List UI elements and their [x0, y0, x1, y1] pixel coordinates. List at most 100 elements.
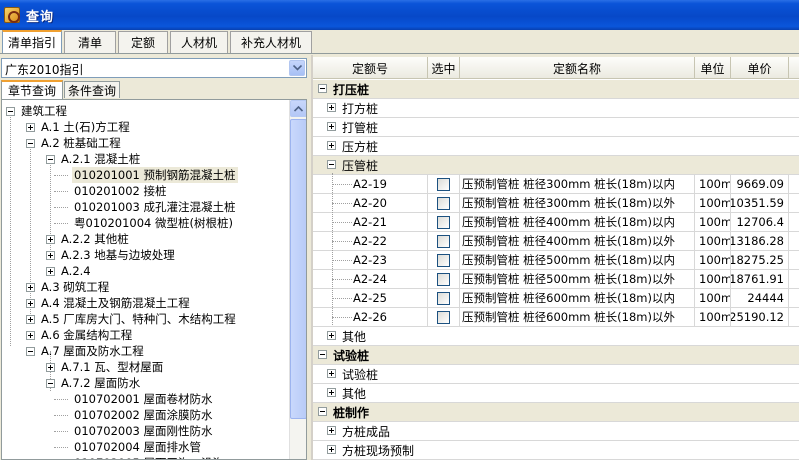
tab-supplementary-lmm[interactable]: 补充人材机	[230, 31, 312, 53]
collapse-icon[interactable]	[318, 84, 327, 93]
quota-item-row[interactable]: A2-25 压预制管桩 桩径600mm 桩长(18m)以内 100m 24444	[313, 289, 799, 308]
select-checkbox[interactable]	[437, 253, 450, 267]
collapse-icon[interactable]	[46, 378, 55, 388]
quota-code: A2-21	[313, 213, 428, 231]
quota-item-row[interactable]: A2-21 压预制管桩 桩径400mm 桩长(18m)以内 100m 12706.4	[313, 213, 799, 232]
quota-item-row[interactable]: A2-19 压预制管桩 桩径300mm 桩长(18m)以内 100m 9669.09	[313, 175, 799, 194]
expand-icon[interactable]	[46, 234, 55, 244]
expand-icon[interactable]	[26, 282, 35, 292]
collapse-icon[interactable]	[46, 154, 55, 164]
quota-unit: 100m	[695, 289, 731, 307]
tab-quota[interactable]: 定额	[118, 31, 168, 53]
expand-icon[interactable]	[26, 122, 35, 132]
expand-icon[interactable]	[46, 362, 55, 372]
grid-subgroup-row[interactable]: 其他	[313, 384, 799, 403]
select-checkbox[interactable]	[437, 215, 450, 229]
expand-icon[interactable]	[26, 330, 35, 340]
grid-subgroup-row[interactable]: 试验桩	[313, 365, 799, 384]
select-checkbox[interactable]	[437, 310, 450, 324]
collapse-icon[interactable]	[26, 138, 35, 148]
collapse-icon[interactable]	[318, 407, 327, 416]
tab-labor-material-machine[interactable]: 人材机	[170, 31, 228, 53]
expand-icon[interactable]	[46, 266, 55, 276]
tree-node[interactable]: A.2.2 其他桩	[46, 231, 131, 247]
expand-icon[interactable]	[327, 122, 336, 131]
tab-list[interactable]: 清单	[64, 31, 116, 53]
grid-subgroup-row[interactable]: 打管桩	[313, 118, 799, 137]
expand-icon[interactable]	[327, 388, 336, 397]
select-checkbox[interactable]	[437, 272, 450, 286]
expand-icon[interactable]	[26, 314, 35, 324]
quota-unit: 100m	[695, 213, 731, 231]
tree-node[interactable]: 010702004 屋面排水管	[54, 439, 203, 455]
quota-item-row[interactable]: A2-23 压预制管桩 桩径500mm 桩长(18m)以内 100m 18275.25	[313, 251, 799, 270]
select-checkbox[interactable]	[437, 291, 450, 305]
select-checkbox[interactable]	[437, 177, 450, 191]
scroll-thumb[interactable]	[290, 119, 306, 419]
tree-node[interactable]: A.2 桩基础工程	[26, 135, 123, 151]
grid-subgroup-row[interactable]: 压方桩	[313, 137, 799, 156]
grid-subgroup-row[interactable]: 压管桩	[313, 156, 799, 175]
tree-node[interactable]: 粤010201004 微型桩(树根桩)	[54, 215, 235, 231]
expand-icon[interactable]	[327, 426, 336, 435]
chevron-down-icon[interactable]	[289, 60, 305, 76]
quota-item-row[interactable]: A2-20 压预制管桩 桩径300mm 桩长(18m)以外 100m 10351.59	[313, 194, 799, 213]
collapse-icon[interactable]	[26, 346, 35, 356]
tree-node[interactable]: 010702002 屋面涂膜防水	[54, 407, 215, 423]
quota-item-row[interactable]: A2-24 压预制管桩 桩径500mm 桩长(18m)以外 100m 18761.91	[313, 270, 799, 289]
col-header-price[interactable]: 单价	[731, 57, 789, 79]
expand-icon[interactable]	[327, 369, 336, 378]
collapse-icon[interactable]	[6, 106, 15, 116]
tree-node[interactable]: A.5 厂库房大门、特种门、木结构工程	[26, 311, 238, 327]
tab-list-guide[interactable]: 清单指引	[2, 30, 62, 53]
tree-node[interactable]: A.1 土(石)方工程	[26, 119, 132, 135]
collapse-icon[interactable]	[318, 350, 327, 359]
tree-node-label: 010702003 屋面刚性防水	[74, 424, 213, 438]
tree-node[interactable]: 010201003 成孔灌注混凝土桩	[54, 199, 238, 215]
tree-node[interactable]: 010702005 屋面天沟、沿沟	[72, 455, 226, 459]
tree-node[interactable]: A.7.2 屋面防水	[46, 375, 142, 391]
col-header-unit[interactable]: 单位	[695, 57, 731, 79]
quota-item-row[interactable]: A2-26 压预制管桩 桩径600mm 桩长(18m)以外 100m 25190.12	[313, 308, 799, 327]
tree-scrollbar[interactable]	[289, 100, 306, 459]
expand-icon[interactable]	[327, 103, 336, 112]
expand-icon[interactable]	[26, 298, 35, 308]
quota-item-row[interactable]: A2-22 压预制管桩 桩径400mm 桩长(18m)以外 100m 13186.28	[313, 232, 799, 251]
expand-icon[interactable]	[46, 250, 55, 260]
tree-node[interactable]: A.2.4	[46, 263, 93, 279]
expand-icon[interactable]	[327, 331, 336, 340]
tree-node[interactable]: A.7 屋面及防水工程	[26, 343, 146, 359]
grid-group-row[interactable]: 试验桩	[313, 346, 799, 365]
tree-node[interactable]: A.2.1 混凝土桩	[46, 151, 142, 167]
select-checkbox[interactable]	[437, 196, 450, 210]
tab-chapter-search[interactable]: 章节查询	[1, 80, 63, 99]
tree-node[interactable]: 010201001 预制钢筋混凝土桩	[54, 167, 238, 183]
search-subtabs: 章节查询 条件查询	[0, 80, 311, 99]
tab-condition-search[interactable]: 条件查询	[64, 81, 120, 98]
col-header-name[interactable]: 定额名称	[460, 57, 695, 79]
tree-node[interactable]: 010201002 接桩	[54, 183, 169, 199]
tree-node[interactable]: A.3 砌筑工程	[26, 279, 111, 295]
guide-select[interactable]: 广东2010指引	[1, 58, 307, 78]
quota-unit: 100m	[695, 194, 731, 212]
tree-node[interactable]: A.2.3 地基与边坡处理	[46, 247, 177, 263]
grid-subgroup-row[interactable]: 方桩现场预制	[313, 441, 799, 460]
expand-icon[interactable]	[327, 445, 336, 454]
collapse-icon[interactable]	[327, 160, 336, 169]
grid-group-row[interactable]: 打压桩	[313, 80, 799, 99]
col-header-selected[interactable]: 选中	[428, 57, 460, 79]
select-checkbox[interactable]	[437, 234, 450, 248]
expand-icon[interactable]	[327, 141, 336, 150]
grid-group-row[interactable]: 桩制作	[313, 403, 799, 422]
tree-node[interactable]: A.7.1 瓦、型材屋面	[46, 359, 165, 375]
grid-subgroup-row[interactable]: 方桩成品	[313, 422, 799, 441]
col-header-code[interactable]: 定额号	[313, 57, 428, 79]
grid-subgroup-row[interactable]: 其他	[313, 327, 799, 346]
grid-subgroup-row[interactable]: 打方桩	[313, 99, 799, 118]
tree-node[interactable]: A.4 混凝土及钢筋混凝土工程	[26, 295, 192, 311]
scroll-up-icon[interactable]	[290, 100, 306, 117]
tree-node[interactable]: 010702001 屋面卷材防水	[54, 391, 215, 407]
tree-node[interactable]: A.6 金属结构工程	[26, 327, 134, 343]
tree-node[interactable]: 010702003 屋面刚性防水	[54, 423, 215, 439]
tree-node[interactable]: 建筑工程	[6, 103, 69, 119]
